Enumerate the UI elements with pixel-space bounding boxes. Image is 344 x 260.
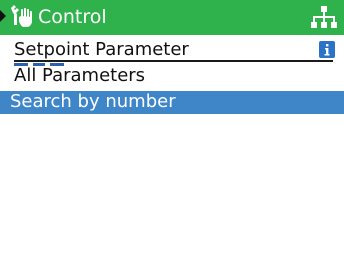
control-screen: Control Setpoint Parameter All Parameter… bbox=[0, 0, 344, 260]
header-bar: Control bbox=[0, 0, 344, 35]
menu-item-label: Search by number bbox=[10, 91, 176, 112]
header-title: Control bbox=[38, 6, 107, 28]
hand-wrench-icon bbox=[9, 5, 35, 29]
menu-item-setpoint-parameter[interactable]: Setpoint Parameter bbox=[0, 39, 344, 61]
menu-item-label: Setpoint Parameter bbox=[14, 39, 189, 60]
menu-item-search-by-number[interactable]: Search by number bbox=[0, 91, 344, 114]
selection-underline bbox=[14, 60, 333, 62]
network-hierarchy-icon[interactable] bbox=[311, 5, 337, 30]
menu-item-label: All Parameters bbox=[14, 65, 146, 86]
nav-pointer-icon bbox=[0, 10, 6, 22]
menu-item-all-parameters[interactable]: All Parameters bbox=[0, 65, 344, 87]
info-icon[interactable] bbox=[319, 41, 335, 58]
